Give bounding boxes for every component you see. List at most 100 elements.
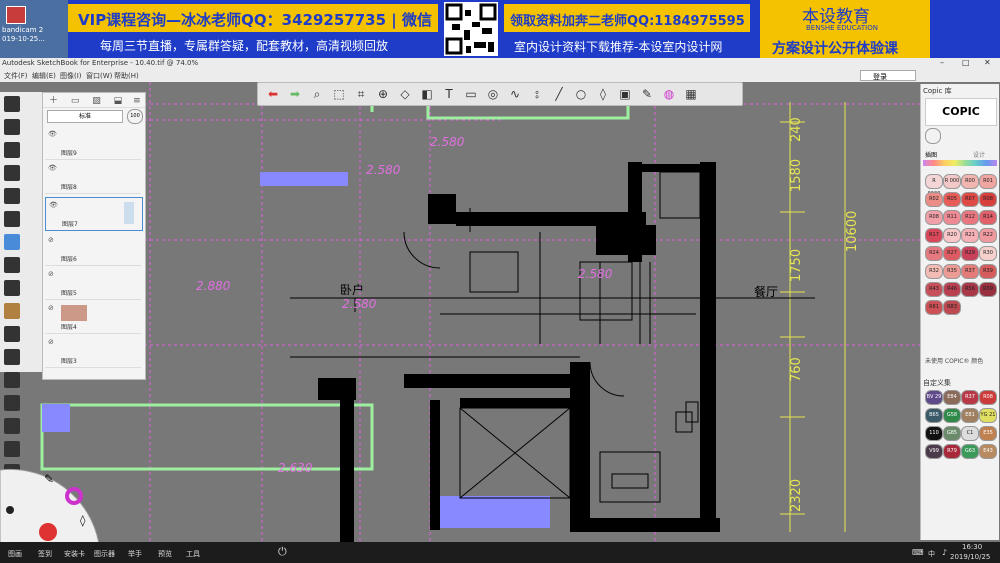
copic-swatch[interactable]: R39	[979, 264, 997, 279]
copic-swatch[interactable]: R17	[925, 228, 943, 243]
image-icon[interactable]: ▣	[616, 85, 634, 103]
brush-tool[interactable]	[4, 395, 20, 411]
copic-swatch[interactable]: R14	[979, 210, 997, 225]
custom-swatch[interactable]: E43	[979, 444, 997, 459]
taskbar-item[interactable]: 工具	[186, 549, 200, 559]
layer-row[interactable]: 👁 图层8	[45, 161, 141, 194]
copic-swatch[interactable]: R21	[961, 228, 979, 243]
brush-tool[interactable]	[4, 96, 20, 112]
copic-swatch[interactable]: R27	[943, 246, 961, 261]
hidden-eye-icon[interactable]: ⊘	[48, 270, 54, 278]
copic-swatch[interactable]: R37	[961, 264, 979, 279]
taskbar-item[interactable]: 安装卡	[64, 549, 85, 559]
brush-tool[interactable]	[4, 165, 20, 181]
copic-swatch[interactable]: R59	[979, 282, 997, 297]
layer-menu-icon[interactable]: ≡	[133, 96, 141, 106]
shape-polygon-icon[interactable]: ◊	[594, 85, 612, 103]
copic-swatch[interactable]: R 000	[943, 174, 961, 189]
visibility-eye-icon[interactable]: 👁	[48, 164, 57, 172]
brush-tool[interactable]	[4, 326, 20, 342]
hidden-eye-icon[interactable]: ⊘	[48, 338, 54, 346]
maximize-icon[interactable]: □	[962, 58, 970, 67]
custom-swatch[interactable]: C1	[961, 426, 979, 441]
color-wheel-icon[interactable]: ◍	[660, 85, 678, 103]
custom-swatch[interactable]: E35	[979, 426, 997, 441]
hue-strip[interactable]	[923, 160, 997, 166]
taskbar-item[interactable]: 举手	[128, 549, 142, 559]
copic-swatch[interactable]: R01	[979, 174, 997, 189]
custom-swatch[interactable]: R79	[943, 444, 961, 459]
crop-icon[interactable]: ⌗	[352, 85, 370, 103]
copic-swatch[interactable]: R08	[979, 192, 997, 207]
brush-tool[interactable]	[4, 372, 20, 388]
custom-swatch[interactable]: YG 21	[979, 408, 997, 423]
undo-icon[interactable]: ⬅	[264, 85, 282, 103]
image-layer-icon[interactable]: ▨	[92, 96, 101, 106]
copic-swatch[interactable]: R07	[961, 192, 979, 207]
layer-row[interactable]: ⊘ 图层3	[45, 335, 141, 368]
brush-tool-selected[interactable]	[4, 234, 20, 250]
blend-mode-select[interactable]: 标准	[47, 110, 123, 123]
tab-illustration[interactable]: 插图	[925, 150, 937, 159]
keyboard-icon[interactable]: ⌨	[912, 548, 924, 557]
brush-set-icon[interactable]: ✎	[638, 85, 656, 103]
clock-date[interactable]: 2019/10/25	[950, 553, 990, 561]
copic-swatch[interactable]: R12	[961, 210, 979, 225]
copic-swatch[interactable]: R32	[925, 264, 943, 279]
copic-swatch[interactable]: R56	[961, 282, 979, 297]
custom-swatch[interactable]: R37	[961, 390, 979, 405]
copic-swatch[interactable]: R83	[943, 300, 961, 315]
taskbar-item[interactable]: 图画	[8, 549, 22, 559]
brush-tool[interactable]	[4, 280, 20, 296]
layer-actions[interactable]	[124, 202, 134, 224]
brush-tool[interactable]	[4, 303, 20, 319]
layer-row[interactable]: ⊘ 图层6	[45, 233, 141, 266]
copic-swatch[interactable]: R43	[925, 282, 943, 297]
custom-swatch[interactable]: E84	[943, 390, 961, 405]
layer-row[interactable]: 👁 图层9	[45, 127, 141, 160]
shape-circle-icon[interactable]: ○	[572, 85, 590, 103]
line-icon[interactable]: ╱	[550, 85, 568, 103]
brush-tool[interactable]	[4, 119, 20, 135]
ime-indicator[interactable]: 中	[928, 549, 935, 559]
taskbar-item[interactable]: 预览	[158, 549, 172, 559]
custom-swatch[interactable]: BV 29	[925, 390, 943, 405]
menu-help[interactable]: 帮助(H)	[114, 71, 139, 81]
brush-tool[interactable]	[4, 418, 20, 434]
taskbar-item[interactable]: 签到	[38, 549, 52, 559]
ellipse-guide-icon[interactable]: ◎	[484, 85, 502, 103]
custom-swatch[interactable]: 110	[925, 426, 943, 441]
custom-swatch[interactable]: E81	[961, 408, 979, 423]
redo-icon[interactable]: ➡	[286, 85, 304, 103]
distort-icon[interactable]: ◇	[396, 85, 414, 103]
brush-tool[interactable]	[4, 188, 20, 204]
visibility-eye-icon[interactable]: 👁	[48, 130, 57, 138]
copic-swatch[interactable]: R35	[943, 264, 961, 279]
custom-swatch[interactable]: R08	[979, 390, 997, 405]
copic-swatch[interactable]: R46	[943, 282, 961, 297]
grid-icon[interactable]: ▦	[682, 85, 700, 103]
copic-swatch[interactable]: R02	[925, 192, 943, 207]
opacity-dial[interactable]: 100	[127, 109, 143, 124]
brush-tool[interactable]	[4, 142, 20, 158]
current-color-icon[interactable]	[925, 128, 941, 144]
text-icon[interactable]: T	[440, 85, 458, 103]
curve-icon[interactable]: ∿	[506, 85, 524, 103]
select-icon[interactable]: ⬚	[330, 85, 348, 103]
custom-swatch[interactable]: V99	[925, 444, 943, 459]
visibility-eye-icon[interactable]: 👁	[49, 201, 58, 209]
copic-swatch[interactable]: R30	[979, 246, 997, 261]
ruler-icon[interactable]: ▭	[462, 85, 480, 103]
menu-edit[interactable]: 编辑(E)	[32, 71, 56, 81]
drawing-canvas[interactable]: 2.580 2.580 2.880 2.580 2.580 2.630 1580…	[0, 82, 1000, 542]
layer-row[interactable]: ⊘ 图层5	[45, 267, 141, 300]
copic-swatch[interactable]: R22	[979, 228, 997, 243]
custom-swatch[interactable]: B65	[925, 408, 943, 423]
clock-time[interactable]: 16:30	[962, 543, 982, 551]
copic-swatch[interactable]: R81	[925, 300, 943, 315]
hidden-eye-icon[interactable]: ⊘	[48, 236, 54, 244]
layer-row[interactable]: ⊘ 图层4	[45, 301, 141, 334]
fill-icon[interactable]: ◧	[418, 85, 436, 103]
custom-swatch[interactable]: G85	[943, 426, 961, 441]
bandicam-icon[interactable]	[6, 6, 26, 24]
